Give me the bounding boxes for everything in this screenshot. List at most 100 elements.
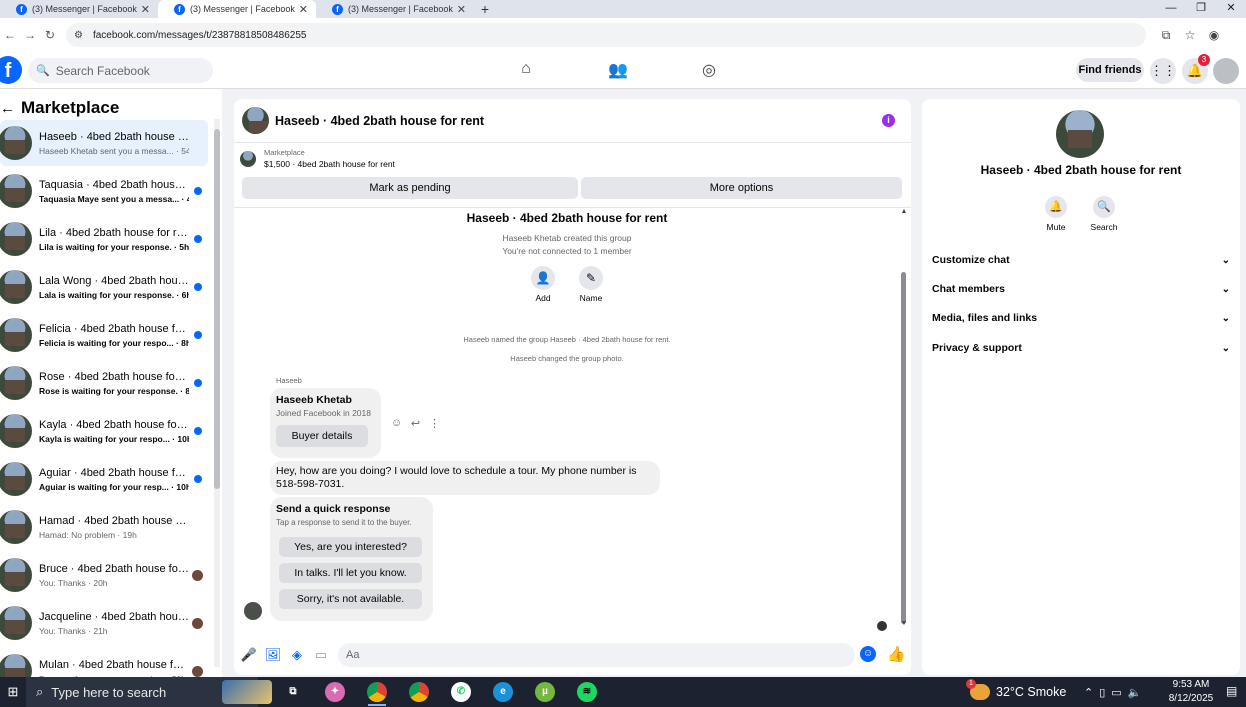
conversation-item[interactable]: Mulan · 4bed 2bath house for...Beware of…: [0, 648, 208, 677]
scrollbar-thumb[interactable]: [214, 129, 220, 489]
weather-widget[interactable]: 1 32°C Smoke: [966, 677, 1066, 707]
bookmark-star-icon[interactable]: ☆: [1178, 28, 1202, 43]
back-arrow-icon[interactable]: ←: [0, 100, 15, 117]
quick-reply-button[interactable]: In talks. I'll let you know.: [279, 563, 422, 583]
windows-start-icon[interactable]: ⊞: [0, 684, 26, 700]
group-avatar[interactable]: [1056, 110, 1104, 158]
chat-avatar[interactable]: [242, 107, 269, 134]
task-view-icon[interactable]: ⧉: [272, 677, 314, 707]
quick-reply-button[interactable]: Sorry, it's not available.: [279, 589, 422, 609]
mute-action[interactable]: 🔔 Mute: [1036, 196, 1076, 232]
quick-reply-button[interactable]: Yes, are you interested?: [279, 537, 422, 557]
thread-scrollbar[interactable]: ▲ ▼: [900, 208, 908, 628]
emoji-icon[interactable]: ☺: [860, 646, 876, 662]
back-arrow-icon[interactable]: ←: [0, 28, 20, 42]
search-action[interactable]: 🔍 Search: [1084, 196, 1124, 232]
cast-icon[interactable]: ⧉: [1154, 28, 1178, 43]
conversation-item[interactable]: Taquasia · 4bed 2bath house f... Taquasia…: [0, 168, 208, 214]
gif-icon[interactable]: ▭: [309, 647, 333, 663]
sticker-icon[interactable]: ◈: [285, 647, 309, 663]
photo-icon[interactable]: 🖼: [261, 647, 285, 663]
conversation-item[interactable]: Hamad · 4bed 2bath house for r... Hamad: …: [0, 504, 208, 550]
spotify-icon[interactable]: ≋: [566, 677, 608, 707]
groups-icon[interactable]: ◎: [699, 60, 719, 80]
taskbar-clock[interactable]: 9:53 AM 8/12/2025: [1165, 678, 1217, 706]
add-member-action[interactable]: 👤 Add: [523, 266, 563, 303]
profile-icon[interactable]: ◉: [1202, 28, 1226, 43]
section-customize-chat[interactable]: Customize chat ⌄: [932, 250, 1230, 270]
notification-center-icon[interactable]: ▤: [1226, 684, 1237, 698]
browser-tab-2[interactable]: f (3) Messenger | Facebook ✕: [158, 0, 316, 18]
conversation-item[interactable]: Lala Wong · 4bed 2bath house... Lala is w…: [0, 264, 208, 310]
friends-icon[interactable]: 👥: [608, 60, 628, 80]
restore-icon[interactable]: ❐: [1186, 0, 1216, 16]
reply-icon[interactable]: ↩: [406, 417, 425, 430]
conversation-item[interactable]: Kayla · 4bed 2bath house for r... Kayla i…: [0, 408, 208, 454]
chat-title[interactable]: Haseeb · 4bed 2bath house for rent: [275, 114, 484, 128]
close-icon[interactable]: ✕: [141, 3, 150, 16]
tray-chevron-up-icon[interactable]: ⌃: [1084, 686, 1093, 699]
conversation-item[interactable]: Haseeb · 4bed 2bath house for r... Haseeb…: [0, 120, 208, 166]
scroll-down-icon[interactable]: ▼: [900, 620, 908, 627]
listing-banner[interactable]: Marketplace $1,500 · 4bed 2bath house fo…: [240, 148, 395, 169]
reload-icon[interactable]: ↻: [40, 28, 60, 42]
message-input[interactable]: Aa: [338, 643, 855, 667]
sender-avatar: [244, 602, 262, 620]
edge-icon[interactable]: e: [482, 677, 524, 707]
chrome-profile-icon[interactable]: [398, 677, 440, 707]
conversation-item[interactable]: Felicia · 4bed 2bath house for ... Felici…: [0, 312, 208, 358]
find-friends-button[interactable]: Find friends: [1076, 58, 1144, 82]
home-icon[interactable]: ⌂: [516, 60, 536, 80]
mark-as-pending-button[interactable]: Mark as pending: [242, 177, 578, 199]
weather-badge: 1: [966, 679, 976, 689]
rename-group-action[interactable]: ✎ Name: [571, 266, 611, 303]
facebook-favicon-icon: f: [332, 3, 343, 15]
section-media-files-links[interactable]: Media, files and links ⌄: [932, 308, 1230, 328]
conversation-item[interactable]: Rose · 4bed 2bath house for re... Rose is…: [0, 360, 208, 406]
utorrent-icon[interactable]: µ: [524, 677, 566, 707]
conversation-preview: Lala is waiting for your response. · 6h: [39, 289, 189, 300]
chat-header: Haseeb · 4bed 2bath house for rent i: [234, 99, 911, 143]
browser-tab-1[interactable]: f (3) Messenger | Facebook ✕: [0, 0, 158, 18]
account-avatar[interactable]: [1213, 58, 1239, 84]
browser-tab-3[interactable]: f (3) Messenger | Facebook ✕: [316, 0, 474, 18]
chrome-icon[interactable]: [356, 677, 398, 707]
section-privacy-support[interactable]: Privacy & support ⌄: [932, 338, 1230, 358]
conversation-preview: Hamad: No problem · 19h: [39, 529, 137, 540]
conversation-name: Taquasia · 4bed 2bath house f...: [39, 178, 189, 191]
sidebar-title: Marketplace: [21, 98, 120, 117]
react-emoji-icon[interactable]: ☺: [387, 417, 406, 430]
facebook-logo-icon[interactable]: f: [0, 56, 22, 84]
minimize-icon[interactable]: —: [1156, 0, 1186, 16]
tray-app-icon[interactable]: ▯: [1099, 686, 1105, 699]
close-icon[interactable]: ✕: [299, 3, 308, 16]
conversation-item[interactable]: Bruce · 4bed 2bath house for ... You: Tha…: [0, 552, 208, 598]
conversation-item[interactable]: Lila · 4bed 2bath house for rent Lila is …: [0, 216, 208, 262]
sidebar-scrollbar[interactable]: [214, 119, 220, 667]
buyer-details-button[interactable]: Buyer details: [276, 425, 368, 447]
copilot-icon[interactable]: ✦: [314, 677, 356, 707]
unread-dot-icon: [194, 379, 202, 387]
forward-arrow-icon[interactable]: →: [20, 28, 40, 42]
close-icon[interactable]: ✕: [457, 3, 466, 16]
scrollbar-thumb[interactable]: [901, 272, 906, 624]
thumbs-up-icon[interactable]: 👍: [887, 645, 906, 663]
unread-dot-icon: [194, 235, 202, 243]
microphone-icon[interactable]: 🎤: [237, 647, 261, 663]
info-icon[interactable]: i: [882, 114, 895, 127]
menu-grid-icon[interactable]: ⋮⋮: [1150, 58, 1176, 84]
whatsapp-icon[interactable]: ✆: [440, 677, 482, 707]
volume-icon[interactable]: 🔈: [1128, 686, 1142, 699]
more-options-button[interactable]: More options: [581, 177, 902, 199]
facebook-search-input[interactable]: 🔍 Search Facebook: [28, 58, 213, 83]
new-tab-plus-icon[interactable]: +: [474, 0, 496, 18]
network-icon[interactable]: ▭: [1111, 686, 1121, 699]
section-chat-members[interactable]: Chat members ⌄: [932, 279, 1230, 299]
url-field[interactable]: ⚙ facebook.com/messages/t/23878818508486…: [66, 23, 1146, 47]
conversation-item[interactable]: Jacqueline · 4bed 2bath hous... You: Than…: [0, 600, 208, 646]
site-settings-icon[interactable]: ⚙: [74, 30, 83, 41]
close-window-icon[interactable]: ✕: [1216, 0, 1246, 16]
scroll-up-icon[interactable]: ▲: [900, 208, 908, 215]
conversation-item[interactable]: Aguiar · 4bed 2bath house for ... Aguiar …: [0, 456, 208, 502]
more-dots-icon[interactable]: ⋮: [425, 417, 444, 430]
